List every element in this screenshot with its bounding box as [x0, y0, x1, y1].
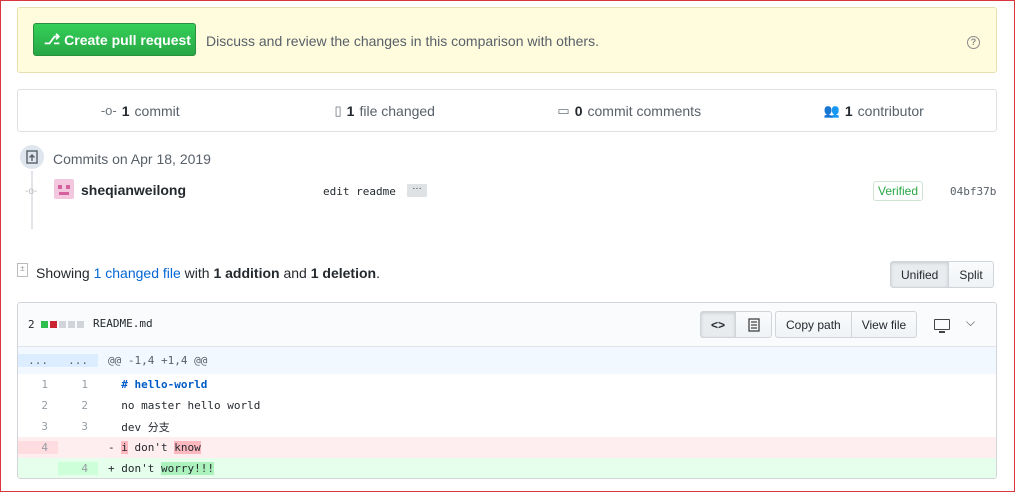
- comments-stat[interactable]: ▭ 0 commit comments: [507, 103, 752, 119]
- verified-badge[interactable]: Verified: [873, 181, 923, 201]
- line-marker: +: [108, 462, 115, 475]
- people-icon: 👥: [823, 102, 840, 118]
- old-line-number[interactable]: 4: [18, 441, 58, 454]
- toc-middle: with: [180, 265, 214, 281]
- diffstat-add-block: [40, 321, 48, 328]
- line-text: dev 分支: [121, 420, 170, 434]
- line-text: don't: [121, 462, 161, 475]
- diff-line[interactable]: 3 3 dev 分支: [18, 416, 996, 437]
- new-line-number[interactable]: 3: [58, 420, 98, 433]
- line-code: # hello-world: [98, 378, 996, 391]
- line-marker: [108, 378, 115, 391]
- deleted-word: i: [121, 441, 128, 454]
- expand-up-left[interactable]: ...: [18, 354, 58, 367]
- commits-stat[interactable]: -o- 1 commit: [18, 103, 263, 119]
- view-file-button[interactable]: View file: [851, 311, 918, 338]
- contributors-count: 1: [844, 102, 853, 119]
- timeline-line: [31, 171, 33, 229]
- banner-text: Discuss and review the changes in this c…: [206, 33, 599, 49]
- line-marker: [108, 421, 115, 434]
- code-icon[interactable]: <>: [700, 311, 736, 338]
- commit-icon: -o-: [25, 186, 38, 197]
- comment-icon: ▭: [557, 102, 570, 118]
- diffstat-del-block: [49, 321, 57, 328]
- toc-suffix: .: [376, 265, 380, 281]
- files-stat[interactable]: ▯ 1 file changed: [263, 103, 508, 119]
- file-name[interactable]: README.md: [93, 317, 153, 330]
- file-diff-icon: ▯: [334, 102, 342, 118]
- commits-count: 1: [121, 102, 130, 119]
- diffstat: 2: [28, 318, 84, 331]
- commit-icon: -o-: [100, 103, 117, 118]
- hunk-header: @@ -1,4 +1,4 @@: [108, 354, 208, 367]
- line-marker: -: [108, 441, 115, 454]
- new-line-number[interactable]: 2: [58, 399, 98, 412]
- commit-sha[interactable]: 04bf37b: [950, 185, 996, 198]
- diff-line[interactable]: 2 2 no master hello world: [18, 395, 996, 416]
- diff-file: 2 README.md <> Copy path View file ⌵ ...…: [17, 302, 997, 479]
- files-count: 1: [346, 102, 355, 119]
- copy-path-button[interactable]: Copy path: [775, 311, 852, 338]
- line-text: # hello-world: [121, 378, 208, 391]
- old-line-number[interactable]: 3: [18, 420, 58, 433]
- diff-line[interactable]: 1 1 # hello-world: [18, 374, 996, 395]
- compare-banner: ⎇ Create pull request Discuss and review…: [17, 7, 997, 73]
- expand-up-right[interactable]: ...: [58, 354, 98, 367]
- create-pull-request-label: Create pull request: [64, 31, 191, 48]
- line-text: no master hello world: [121, 399, 261, 412]
- hunk-header-row[interactable]: ... ... @@ -1,4 +1,4 @@: [18, 347, 996, 374]
- new-line-number[interactable]: 1: [58, 378, 98, 391]
- diffstat-neutral-block: [58, 321, 66, 328]
- diffstat-neutral-block: [76, 321, 84, 328]
- file-view-toggle: <>: [700, 311, 772, 338]
- toc-and: and: [279, 265, 311, 281]
- chevron-down-icon[interactable]: ⌵: [966, 315, 975, 330]
- question-icon[interactable]: ?: [967, 36, 980, 49]
- commits-date-heading: Commits on Apr 18, 2019: [53, 151, 211, 167]
- added-line[interactable]: 4 + don't worry!!!: [18, 458, 996, 478]
- file-header: 2 README.md <> Copy path View file ⌵: [18, 303, 996, 347]
- contributors-stat[interactable]: 👥 1 contributor: [752, 103, 997, 119]
- file-diff-icon: ±: [17, 263, 28, 277]
- new-line-number[interactable]: 4: [58, 462, 98, 475]
- commit-message[interactable]: edit readme: [323, 185, 396, 198]
- desktop-icon[interactable]: [934, 319, 950, 333]
- unified-button[interactable]: Unified: [890, 261, 950, 288]
- line-text: don't: [127, 441, 175, 454]
- toc-prefix: Showing: [36, 265, 94, 281]
- comments-label: commit comments: [587, 102, 702, 119]
- create-pull-request-button[interactable]: ⎇ Create pull request: [33, 23, 196, 56]
- expand-commit-button[interactable]: …: [407, 182, 427, 197]
- old-line-number[interactable]: 1: [18, 378, 58, 391]
- repo-push-icon: [18, 143, 46, 171]
- old-line-number[interactable]: 2: [18, 399, 58, 412]
- diff-view-toggle: Unified Split: [890, 261, 994, 288]
- diffstat-neutral-block: [67, 321, 75, 328]
- diff-table: ... ... @@ -1,4 +1,4 @@ 1 1 # hello-worl…: [18, 347, 996, 478]
- commits-label: commit: [134, 102, 180, 119]
- pull-request-icon: ⎇: [44, 31, 61, 47]
- line-marker: [108, 399, 115, 412]
- compare-stats-bar: -o- 1 commit ▯ 1 file changed ▭ 0 commit…: [17, 89, 997, 132]
- files-label: file changed: [359, 102, 435, 119]
- additions-count: 1 addition: [213, 265, 280, 281]
- line-code: dev 分支: [98, 419, 996, 435]
- line-code: + don't worry!!!: [98, 462, 996, 475]
- added-word: worry!!!: [161, 462, 214, 475]
- line-code: no master hello world: [98, 399, 996, 412]
- deleted-word: know: [174, 441, 201, 454]
- file-text-icon[interactable]: [736, 311, 772, 338]
- commit-author[interactable]: sheqianweilong: [81, 182, 186, 198]
- changed-files-link[interactable]: 1 changed file: [94, 265, 181, 281]
- diff-summary: Showing 1 changed file with 1 addition a…: [36, 265, 380, 281]
- file-actions: Copy path View file: [775, 311, 918, 338]
- comments-count: 0: [574, 102, 583, 119]
- deleted-line[interactable]: 4 - i don't know: [18, 437, 996, 458]
- split-button[interactable]: Split: [949, 261, 994, 288]
- line-code: - i don't know: [98, 441, 996, 454]
- deletions-count: 1 deletion: [310, 265, 377, 281]
- change-count: 2: [28, 318, 35, 331]
- contributors-label: contributor: [857, 102, 924, 119]
- avatar[interactable]: [54, 179, 74, 199]
